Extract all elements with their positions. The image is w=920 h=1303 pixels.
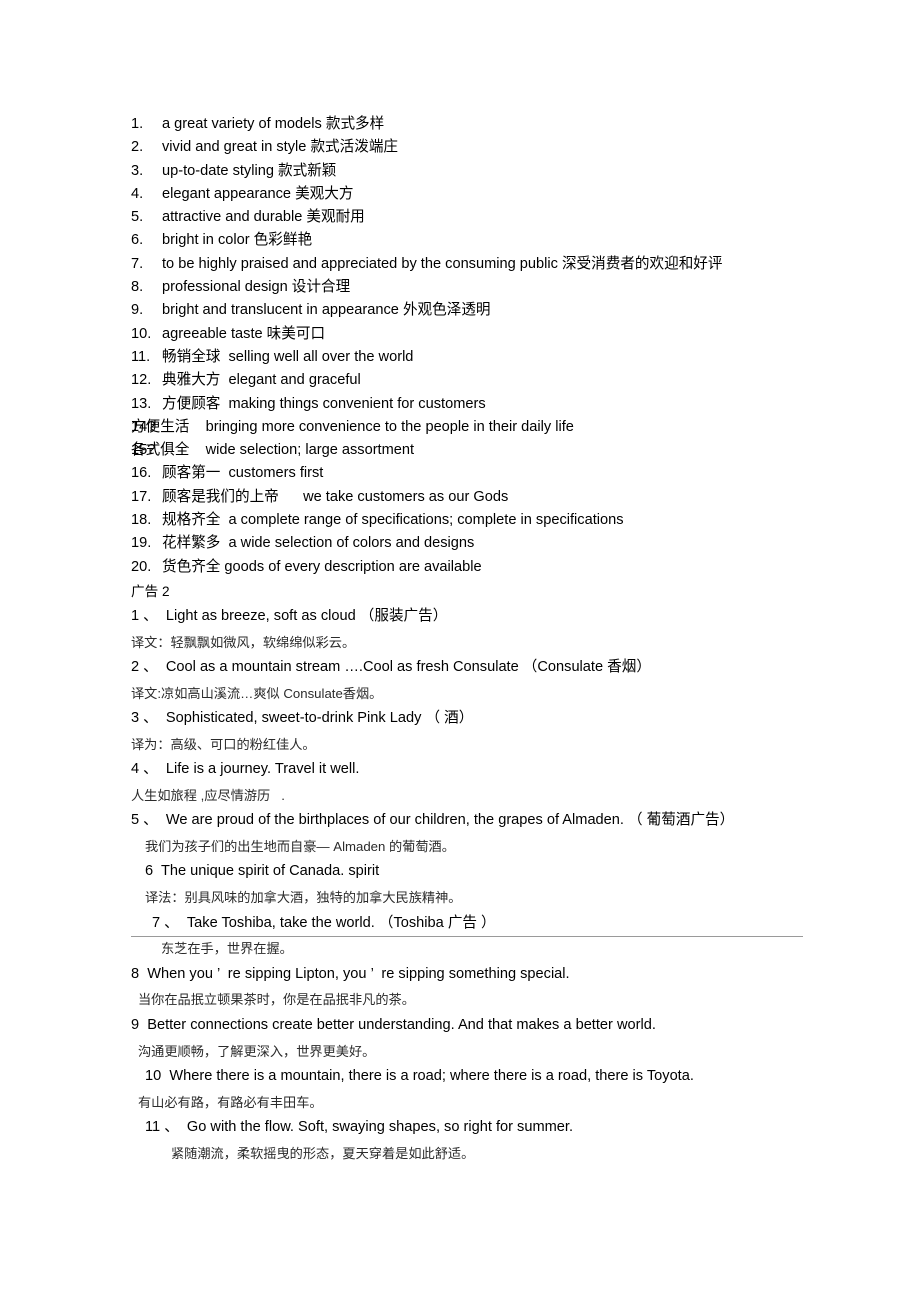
vocabulary-item: 2. vivid and great in style 款式活泼端庄: [131, 136, 831, 159]
vocabulary-item: 19. 花样繁多 a wide selection of colors and d…: [131, 532, 831, 555]
vocabulary-item-text: bright and translucent in appearance 外观色…: [162, 302, 491, 319]
vocabulary-item: 13. 方便顾客 making things convenient for cus…: [131, 393, 831, 416]
ad-slogan-line: 3 、 Sophisticated, sweet-to-drink Pink L…: [131, 710, 474, 727]
vocabulary-item: 12. 典雅大方 elegant and graceful: [131, 369, 831, 392]
vocabulary-item-text: attractive and durable 美观耐用: [162, 209, 365, 226]
vocabulary-item: 6. bright in color 色彩鲜艳: [131, 229, 831, 252]
ad-slogan-line: 6 The unique spirit of Canada. spirit: [145, 863, 380, 880]
vocabulary-item: 1. a great variety of models 款式多样: [131, 113, 831, 136]
vocabulary-item: 11. 畅销全球 selling well all over the world: [131, 346, 831, 369]
vocabulary-item-text: 货色齐全 goods of every description are avai…: [162, 558, 482, 575]
vocabulary-item-text: agreeable taste 味美可口: [162, 325, 326, 342]
vocabulary-item-text: to be highly praised and appreciated by …: [162, 255, 723, 272]
vocabulary-item-text: 畅销全球 selling well all over the world: [162, 348, 414, 365]
vocabulary-item-text: up-to-date styling 款式新颖: [162, 162, 337, 179]
ad-translation-line: 东芝在手，世界在握。: [161, 941, 293, 957]
vocabulary-item-number: 10.: [131, 325, 152, 342]
vocabulary-item-number: 1.: [131, 116, 144, 132]
vocabulary-item-number: 8.: [131, 279, 144, 296]
ad-slogan-line: 2 、 Cool as a mountain stream ….Cool as …: [131, 659, 651, 676]
vocabulary-item-text: 顾客是我们的上帝 we take customers as our Gods: [162, 488, 509, 505]
vocabulary-item-text: 花样繁多 a wide selection of colors and desi…: [162, 535, 475, 552]
ad-translation-line: 译为：高级、可口的粉红佳人。: [131, 736, 316, 752]
vocabulary-item: 8. professional design 设计合理: [131, 276, 831, 299]
ad-slogan-line: 4 、 Life is a journey. Travel it well.: [131, 761, 360, 778]
vocabulary-item: 17. 顾客是我们的上帝 we take customers as our God…: [131, 486, 831, 509]
document-page: 1. a great variety of models 款式多样 2. vivid …: [0, 0, 920, 1303]
ad-translation-line: 译法：别具风味的加拿大酒，独特的加拿大民族精神。: [145, 890, 462, 906]
vocabulary-item-text: 规格齐全 a complete range of specifications;…: [162, 512, 624, 529]
ad-translation-line: 沟通更顺畅，了解更深入，世界更美好。: [138, 1043, 376, 1059]
vocabulary-item-number: 18.: [131, 512, 152, 529]
vocabulary-item-number: 16.: [131, 465, 152, 482]
vocabulary-item-text: bright in color 色彩鲜艳: [162, 232, 313, 249]
vocabulary-item-text: professional design 设计合理: [162, 279, 351, 296]
vocabulary-item: 10. agreeable taste 味美可口: [131, 323, 831, 346]
vocabulary-item-number: 12.: [131, 372, 152, 389]
vocabulary-item: 14? 方便生活 bringing more convenience to the…: [131, 416, 831, 439]
vocabulary-item-text: 方便顾客 making things convenient for custom…: [162, 395, 486, 412]
vocabulary-item-text: 顾客第一 customers first: [162, 465, 324, 482]
vocabulary-item-text: elegant appearance 美观大方: [162, 185, 354, 202]
ad-translation-line: 人生如旅程 ,应尽情游历 .: [131, 788, 285, 804]
vocabulary-item-number: 13.: [131, 395, 152, 412]
vocabulary-item: 5. attractive and durable 美观耐用: [131, 206, 831, 229]
ad-translation-line: 我们为孩子们的出生地而自豪— Almaden 的葡萄酒。: [145, 839, 455, 855]
vocabulary-item: 4. elegant appearance 美观大方: [131, 183, 831, 206]
ad-translation-line: 当你在品抿立顿果茶时，你是在品抿非凡的茶。: [138, 992, 415, 1008]
vocabulary-item: 3. up-to-date styling 款式新颖: [131, 160, 831, 183]
vocabulary-item: 18. 规格齐全 a complete range of specificatio…: [131, 509, 831, 532]
vocabulary-item-number: 19.: [131, 535, 152, 552]
vocabulary-item: 20. 货色齐全 goods of every description are a…: [131, 556, 831, 579]
ad-translation-line: 有山必有路，有路必有丰田车。: [138, 1094, 323, 1110]
vocabulary-item-text: vivid and great in style 款式活泼端庄: [162, 139, 399, 156]
ad-slogan-line: 8 When you ’ re sipping Lipton, you ’ re…: [131, 965, 570, 982]
ads-section-heading: 广告 2: [131, 584, 170, 599]
vocabulary-item-number: 2.: [131, 139, 144, 156]
vocabulary-item-number: 11.: [131, 348, 151, 365]
vocabulary-item-number: 3.: [131, 162, 144, 179]
ad-slogan-line: 11 、 Go with the flow. Soft, swaying sha…: [145, 1118, 573, 1135]
vocabulary-item-text: a great variety of models 款式多样: [162, 116, 385, 132]
vocabulary-item-number: 17.: [131, 488, 152, 505]
ad-slogan-line: 1 、 Light as breeze, soft as cloud （服装广告…: [131, 608, 448, 624]
ad-translation-line: 译文:凉如高山溪流…爽似 Consulate香烟。: [131, 685, 383, 701]
vocabulary-item-text: 典雅大方 elegant and graceful: [162, 372, 361, 389]
ad-translation-line: 译文：轻飘飘如微风，软绵绵似彩云。: [131, 634, 356, 650]
advertisement-section: 广告 2 1 、 Light as breeze, soft as cloud （…: [131, 580, 871, 1166]
ad-translation-line: 紧随潮流，柔软摇曳的形态，夏天穿着是如此舒适。: [171, 1145, 475, 1161]
vocabulary-item-text: 方便生活 bringing more convenience to the pe…: [131, 418, 574, 435]
ad-slogan-line: 10 Where there is a mountain, there is a…: [145, 1067, 694, 1084]
vocabulary-item: 16. 顾客第一 customers first: [131, 462, 831, 485]
vocabulary-item-text: 各式俱全 wide selection; large assortment: [131, 442, 415, 459]
vocabulary-item-number: 7.: [131, 255, 144, 272]
page-break-rule: [131, 936, 803, 937]
vocabulary-item-number: 20.: [131, 558, 152, 575]
ad-slogan-line: 7 、 Take Toshiba, take the world. （Toshi…: [152, 914, 496, 931]
vocabulary-item-number: 5.: [131, 209, 144, 226]
ad-slogan-line: 5 、 We are proud of the birthplaces of o…: [131, 812, 735, 829]
vocabulary-item: 7. to be highly praised and appreciated b…: [131, 253, 831, 276]
vocabulary-list: 1. a great variety of models 款式多样 2. vivid …: [131, 113, 831, 579]
ad-slogan-line: 9 Better connections create better under…: [131, 1016, 656, 1033]
vocabulary-item-number: 4.: [131, 185, 144, 202]
vocabulary-item-number: 9.: [131, 302, 144, 319]
vocabulary-item-number: 6.: [131, 232, 144, 249]
vocabulary-item: 15? 各式俱全 wide selection; large assortment: [131, 439, 831, 462]
vocabulary-item: 9. bright and translucent in appearance 外…: [131, 299, 831, 322]
